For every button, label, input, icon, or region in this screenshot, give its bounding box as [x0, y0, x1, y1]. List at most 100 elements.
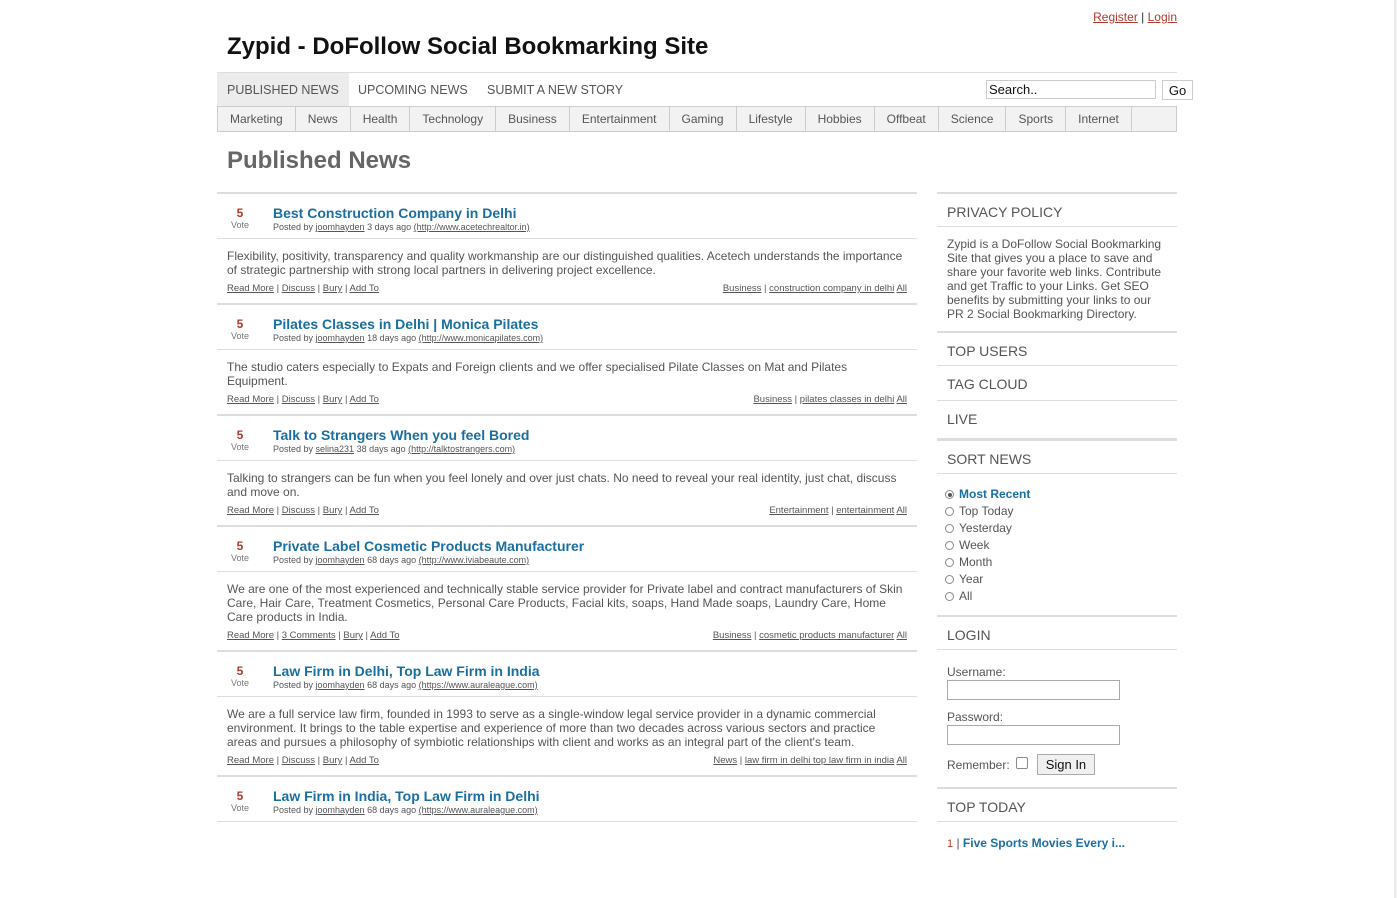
read-more-link[interactable]: Read More [227, 283, 274, 294]
story-author-link[interactable]: selina231 [316, 444, 355, 454]
live-heading[interactable]: LIVE [937, 401, 1177, 439]
story-title-link[interactable]: Best Construction Company in Delhi [273, 205, 516, 221]
story-title-link[interactable]: Talk to Strangers When you feel Bored [273, 427, 529, 443]
story-author-link[interactable]: joomhayden [316, 555, 365, 565]
category-business[interactable]: Business [496, 107, 570, 131]
story-source-url[interactable]: (https://www.auraleague.com) [419, 680, 538, 690]
all-tags-link[interactable]: All [896, 283, 907, 294]
tab-published-news[interactable]: PUBLISHED NEWS [217, 73, 349, 107]
story-title-link[interactable]: Law Firm in India, Top Law Firm in Delhi [273, 788, 540, 804]
bury-link[interactable]: Bury [323, 505, 343, 516]
radio-button[interactable] [945, 592, 954, 601]
category-science[interactable]: Science [939, 107, 1007, 131]
top-today-link[interactable]: Five Sports Movies Every i... [963, 836, 1125, 850]
add-to-link[interactable]: Add To [350, 755, 379, 766]
category-health[interactable]: Health [351, 107, 411, 131]
story-source-url[interactable]: (http://www.acetechrealtor.in) [414, 222, 530, 232]
discuss-link[interactable]: Discuss [282, 283, 315, 294]
category-technology[interactable]: Technology [410, 107, 497, 131]
vote-box[interactable]: 5 Vote [227, 789, 253, 814]
site-title[interactable]: Zypid - DoFollow Social Bookmarking Site [227, 33, 708, 61]
vote-box[interactable]: 5 Vote [227, 428, 253, 453]
category-lifestyle[interactable]: Lifestyle [737, 107, 806, 131]
vote-box[interactable]: 5 Vote [227, 539, 253, 564]
story-author-link[interactable]: joomhayden [316, 333, 365, 343]
sort-option-week[interactable]: Week [945, 537, 1167, 554]
read-more-link[interactable]: Read More [227, 755, 274, 766]
story-author-link[interactable]: joomhayden [316, 805, 365, 815]
radio-button[interactable] [945, 524, 954, 533]
category-offbeat[interactable]: Offbeat [875, 107, 939, 131]
all-tags-link[interactable]: All [896, 505, 907, 516]
category-link[interactable]: Business [753, 394, 792, 405]
story-author-link[interactable]: joomhayden [316, 222, 365, 232]
discuss-link[interactable]: Discuss [282, 394, 315, 405]
password-field[interactable] [947, 725, 1120, 745]
tag-link[interactable]: pilates classes in delhi [800, 394, 895, 405]
read-more-link[interactable]: Read More [227, 630, 274, 641]
tag-link[interactable]: construction company in delhi [769, 283, 894, 294]
story-title-link[interactable]: Pilates Classes in Delhi | Monica Pilate… [273, 316, 538, 332]
radio-button[interactable] [945, 558, 954, 567]
read-more-link[interactable]: Read More [227, 505, 274, 516]
privacy-policy-heading[interactable]: PRIVACY POLICY [937, 192, 1177, 227]
category-sports[interactable]: Sports [1006, 107, 1067, 131]
category-internet[interactable]: Internet [1066, 107, 1132, 131]
story-source-url[interactable]: (http://talktostrangers.com) [408, 444, 515, 454]
category-link[interactable]: News [713, 755, 737, 766]
all-tags-link[interactable]: All [896, 755, 907, 766]
all-tags-link[interactable]: All [896, 394, 907, 405]
bury-link[interactable]: Bury [323, 755, 343, 766]
vote-box[interactable]: 5 Vote [227, 664, 253, 689]
discuss-link[interactable]: Discuss [282, 505, 315, 516]
radio-button[interactable] [945, 575, 954, 584]
story-title-link[interactable]: Private Label Cosmetic Products Manufact… [273, 538, 584, 554]
story-author-link[interactable]: joomhayden [316, 680, 365, 690]
username-field[interactable] [947, 680, 1120, 700]
category-entertainment[interactable]: Entertainment [570, 107, 670, 131]
category-marketing[interactable]: Marketing [218, 107, 296, 131]
bury-link[interactable]: Bury [343, 630, 363, 641]
radio-button[interactable] [945, 541, 954, 550]
tag-link[interactable]: law firm in delhi top law firm in india [745, 755, 894, 766]
sort-option-most-recent[interactable]: Most Recent [945, 486, 1167, 503]
bury-link[interactable]: Bury [323, 394, 343, 405]
add-to-link[interactable]: Add To [350, 394, 379, 405]
sort-option-yesterday[interactable]: Yesterday [945, 520, 1167, 537]
category-gaming[interactable]: Gaming [670, 107, 737, 131]
sort-option-all[interactable]: All [945, 588, 1167, 605]
register-link[interactable]: Register [1093, 10, 1138, 24]
category-link[interactable]: Entertainment [769, 505, 828, 516]
read-more-link[interactable]: Read More [227, 394, 274, 405]
radio-button[interactable] [945, 507, 954, 516]
remember-checkbox[interactable] [1015, 756, 1028, 769]
story-source-url[interactable]: (http://www.iviabeaute.com) [419, 555, 530, 565]
sign-in-button[interactable]: Sign In [1036, 754, 1096, 775]
search-go-button[interactable]: Go [1162, 80, 1193, 100]
bury-link[interactable]: Bury [323, 283, 343, 294]
add-to-link[interactable]: Add To [350, 283, 379, 294]
discuss-link[interactable]: 3 Comments [282, 630, 336, 641]
add-to-link[interactable]: Add To [350, 505, 379, 516]
story-source-url[interactable]: (http://www.monicapilates.com) [419, 333, 544, 343]
sort-option-year[interactable]: Year [945, 571, 1167, 588]
tag-link[interactable]: entertainment [836, 505, 894, 516]
search-input[interactable] [986, 80, 1156, 99]
category-link[interactable]: Business [723, 283, 762, 294]
sort-option-top-today[interactable]: Top Today [945, 503, 1167, 520]
add-to-link[interactable]: Add To [370, 630, 399, 641]
category-link[interactable]: Business [713, 630, 752, 641]
category-news[interactable]: News [296, 107, 351, 131]
story-source-url[interactable]: (https://www.auraleague.com) [419, 805, 538, 815]
radio-button[interactable] [945, 490, 954, 499]
tag-cloud-heading[interactable]: TAG CLOUD [937, 366, 1177, 401]
top-users-heading[interactable]: TOP USERS [937, 331, 1177, 366]
tab-submit-story[interactable]: SUBMIT A NEW STORY [487, 73, 623, 107]
vote-box[interactable]: 5 Vote [227, 206, 253, 231]
sort-option-month[interactable]: Month [945, 554, 1167, 571]
tab-upcoming-news[interactable]: UPCOMING NEWS [358, 73, 468, 107]
story-title-link[interactable]: Law Firm in Delhi, Top Law Firm in India [273, 663, 540, 679]
vote-box[interactable]: 5 Vote [227, 317, 253, 342]
tag-link[interactable]: cosmetic products manufacturer [759, 630, 894, 641]
discuss-link[interactable]: Discuss [282, 755, 315, 766]
